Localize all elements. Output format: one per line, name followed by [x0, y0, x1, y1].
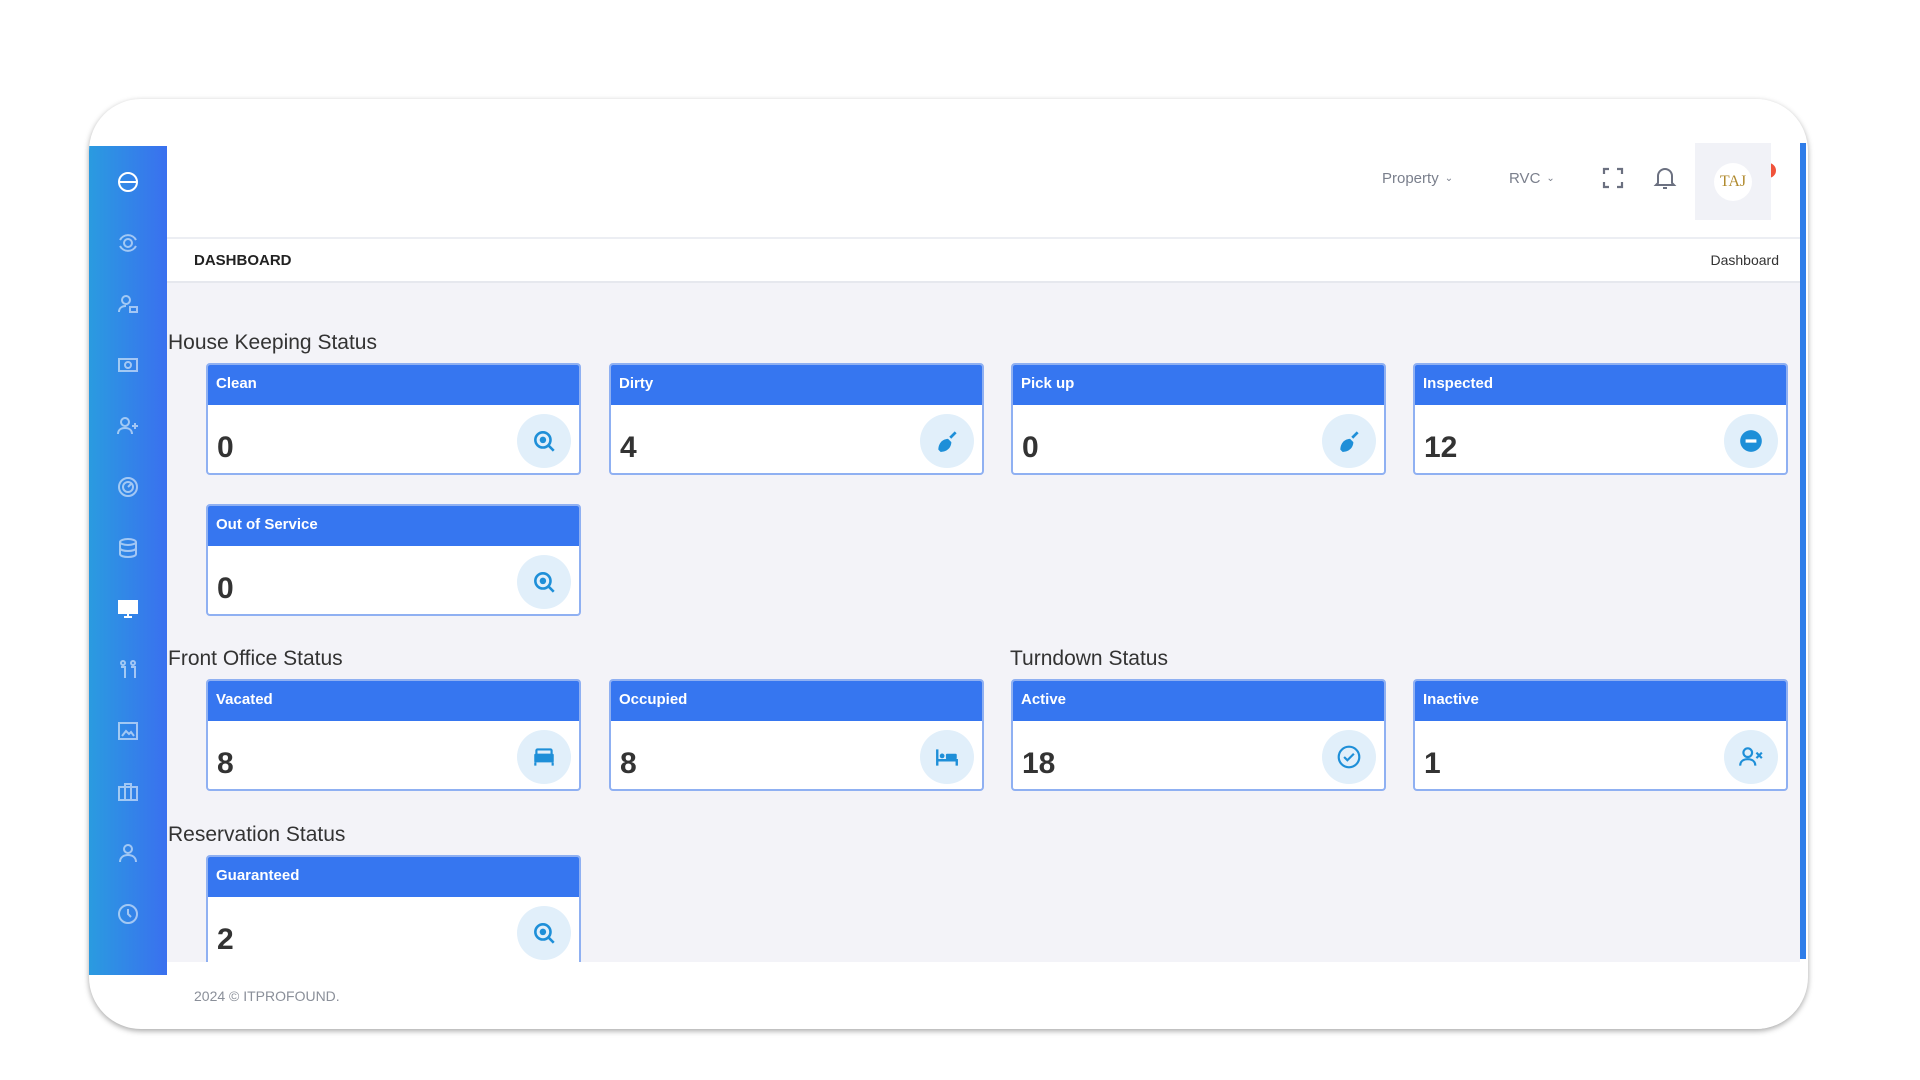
avatar: TAJ — [1714, 162, 1752, 201]
user-plus-icon — [117, 417, 138, 435]
sidebar-item-user-lock[interactable] — [108, 284, 148, 324]
status-card-inspected[interactable]: Inspected 12 — [1413, 363, 1788, 475]
sidebar-item-database[interactable] — [108, 528, 148, 568]
card-value: 0 — [217, 431, 234, 464]
chevron-down-icon: ⌄ — [1546, 173, 1555, 184]
card-label: Active — [1013, 681, 1384, 721]
card-value: 0 — [217, 572, 234, 605]
user-menu[interactable]: TAJ — [1695, 143, 1771, 220]
status-card-inactive[interactable]: Inactive 1 — [1413, 679, 1788, 791]
footer: 2024 © ITPROFOUND. — [167, 962, 1800, 1029]
footer-text: 2024 © ITPROFOUND. — [194, 988, 340, 1004]
status-card-clean[interactable]: Clean 0 — [206, 363, 581, 475]
turndown-section-title: Turndown Status — [1010, 647, 1168, 670]
card-value: 0 — [1022, 431, 1039, 464]
card-value: 8 — [620, 747, 637, 780]
status-card-dirty[interactable]: Dirty 4 — [609, 363, 984, 475]
user-lock-icon — [118, 295, 138, 313]
monitor-icon — [118, 600, 138, 618]
sidebar-item-briefcase[interactable] — [108, 772, 148, 812]
card-label: Dirty — [611, 365, 982, 405]
card-value: 2 — [217, 923, 234, 956]
status-card-active[interactable]: Active 18 — [1011, 679, 1386, 791]
scrollbar[interactable] — [1800, 143, 1806, 959]
property-dropdown[interactable]: Property ⌄ — [1382, 170, 1453, 187]
card-value: 1 — [1424, 747, 1441, 780]
breadcrumb: DASHBOARD Dashboard — [167, 237, 1800, 283]
minus-circle-icon[interactable] — [1724, 414, 1778, 468]
image-icon — [118, 722, 138, 740]
sidebar-item-money[interactable] — [108, 345, 148, 385]
search-icon[interactable] — [517, 555, 571, 609]
sidebar-item-analytics[interactable] — [108, 223, 148, 263]
sidebar-item-speedometer[interactable] — [108, 467, 148, 507]
search-icon[interactable] — [517, 414, 571, 468]
occupied-bed-icon[interactable] — [920, 730, 974, 784]
page-title: DASHBOARD — [194, 252, 292, 269]
card-value: 12 — [1424, 431, 1458, 464]
briefcase-icon — [118, 783, 138, 801]
property-label: Property — [1382, 170, 1439, 187]
card-label: Vacated — [208, 681, 579, 721]
top-bar: Property⌄ RVC⌄ 193 TAJ — [167, 99, 1800, 237]
card-label: Out of Service — [208, 506, 579, 546]
card-value: 18 — [1022, 747, 1056, 780]
app-window: Property⌄ RVC⌄ 193 TAJ DASHBOARD Dashboa… — [89, 99, 1808, 1029]
card-label: Occupied — [611, 681, 982, 721]
chevron-down-icon: ⌄ — [1444, 173, 1454, 184]
frontoffice-section-title: Front Office Status — [168, 647, 343, 670]
sidebar-item-user[interactable] — [108, 833, 148, 873]
speedometer-icon — [118, 477, 138, 497]
clock-icon — [118, 904, 138, 924]
sidebar-item-user-plus[interactable] — [108, 406, 148, 446]
search-icon[interactable] — [517, 906, 571, 960]
status-card-occupied[interactable]: Occupied 8 — [609, 679, 984, 791]
rvc-dropdown[interactable]: RVC ⌄ — [1509, 170, 1555, 187]
rvc-label: RVC — [1509, 170, 1541, 187]
analytics-icon — [119, 234, 137, 252]
user-icon — [119, 844, 137, 863]
sidebar — [89, 146, 167, 975]
card-label: Inactive — [1415, 681, 1786, 721]
broom-icon[interactable] — [1322, 414, 1376, 468]
card-value: 4 — [620, 431, 637, 464]
dashboard-content: House Keeping Status Clean 0 Dirty 4 Pick up 0… — [167, 283, 1800, 967]
sidebar-item-clock[interactable] — [108, 894, 148, 934]
logo-icon — [118, 172, 138, 192]
status-card-out-of-service[interactable]: Out of Service 0 — [206, 504, 581, 616]
fullscreen-icon[interactable] — [1602, 167, 1624, 189]
user-x-icon[interactable] — [1724, 730, 1778, 784]
broom-icon[interactable] — [920, 414, 974, 468]
reservation-section-title: Reservation Status — [168, 823, 346, 846]
status-card-guaranteed[interactable]: Guaranteed 2 — [206, 855, 581, 967]
card-value: 8 — [217, 747, 234, 780]
status-card-pick-up[interactable]: Pick up 0 — [1011, 363, 1386, 475]
card-label: Guaranteed — [208, 857, 579, 897]
housekeeping-section-title: House Keeping Status — [168, 331, 377, 354]
bell-icon[interactable] — [1653, 165, 1677, 191]
card-label: Clean — [208, 365, 579, 405]
sidebar-item-monitor[interactable] — [108, 589, 148, 629]
sidebar-item-logo[interactable] — [108, 162, 148, 202]
people-icon — [120, 660, 136, 678]
card-label: Inspected — [1415, 365, 1786, 405]
money-icon — [118, 358, 138, 372]
sidebar-item-people[interactable] — [108, 650, 148, 690]
breadcrumb-current[interactable]: Dashboard — [1711, 252, 1780, 268]
database-icon — [119, 538, 137, 559]
status-card-vacated[interactable]: Vacated 8 — [206, 679, 581, 791]
check-circle-icon[interactable] — [1322, 730, 1376, 784]
sidebar-item-image[interactable] — [108, 711, 148, 751]
card-label: Pick up — [1013, 365, 1384, 405]
bed-icon[interactable] — [517, 730, 571, 784]
